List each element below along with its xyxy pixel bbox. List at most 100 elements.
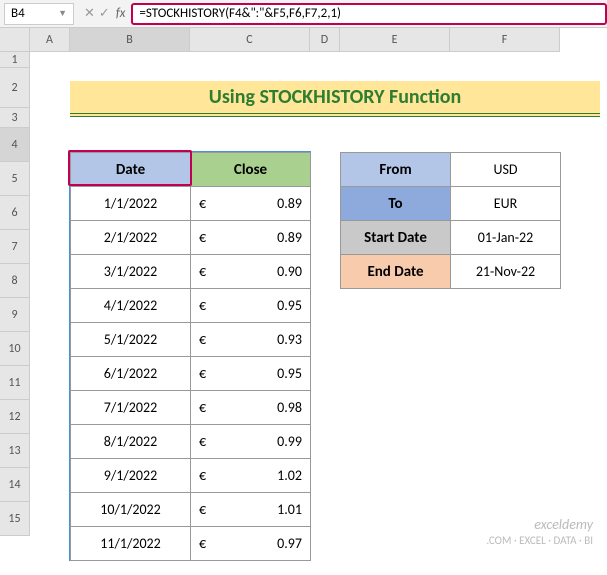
close-cell[interactable]: €0.89 [191, 187, 311, 221]
from-value[interactable]: USD [451, 153, 561, 187]
content-area: Using STOCKHISTORY Function Date Close 1… [30, 52, 607, 575]
row-header-4[interactable]: 4 [0, 128, 30, 162]
table-row[interactable]: 10/1/2022€1.01 [71, 493, 311, 527]
currency-symbol: € [199, 399, 206, 416]
row-header-3[interactable]: 3 [0, 108, 30, 128]
page-title: Using STOCKHISTORY Function [70, 81, 600, 117]
param-row-end: End Date21-Nov-22 [341, 255, 561, 289]
row-header-8[interactable]: 8 [0, 264, 30, 298]
table-row[interactable]: 3/1/2022€0.90 [71, 255, 311, 289]
header-date[interactable]: Date [71, 153, 191, 187]
currency-symbol: € [199, 229, 206, 246]
close-value: 0.95 [277, 297, 302, 314]
currency-symbol: € [199, 535, 206, 552]
close-value: 0.98 [277, 399, 302, 416]
table-row[interactable]: 8/1/2022€0.99 [71, 425, 311, 459]
col-header-C[interactable]: C [190, 28, 310, 52]
close-cell[interactable]: €0.95 [191, 357, 311, 391]
table-row[interactable]: 1/1/2022€0.89 [71, 187, 311, 221]
watermark: exceldemy .COM · EXCEL · DATA · BI [486, 517, 593, 547]
currency-symbol: € [199, 433, 206, 450]
col-header-A[interactable]: A [30, 28, 70, 52]
watermark-tagline: .COM · EXCEL · DATA · BI [486, 534, 593, 547]
watermark-brand: exceldemy [486, 517, 593, 534]
table-row[interactable]: 7/1/2022€0.98 [71, 391, 311, 425]
row-header-14[interactable]: 14 [0, 468, 30, 502]
end-value[interactable]: 21-Nov-22 [451, 255, 561, 289]
table-row[interactable]: 9/1/2022€1.02 [71, 459, 311, 493]
row-header-10[interactable]: 10 [0, 332, 30, 366]
row-header-12[interactable]: 12 [0, 400, 30, 434]
col-header-B[interactable]: B [70, 28, 190, 52]
currency-symbol: € [199, 195, 206, 212]
close-cell[interactable]: €0.90 [191, 255, 311, 289]
date-cell[interactable]: 1/1/2022 [71, 187, 191, 221]
name-box[interactable]: B4 ▼ [4, 3, 74, 25]
col-header-D[interactable]: D [310, 28, 340, 52]
close-value: 1.01 [277, 501, 302, 518]
col-header-E[interactable]: E [340, 28, 450, 52]
close-cell[interactable]: €0.99 [191, 425, 311, 459]
chevron-down-icon[interactable]: ▼ [58, 8, 67, 19]
close-cell[interactable]: €0.98 [191, 391, 311, 425]
close-value: 0.89 [277, 195, 302, 212]
row-header-9[interactable]: 9 [0, 298, 30, 332]
select-all-corner[interactable] [0, 28, 30, 52]
formula-input[interactable]: =STOCKHISTORY(F4&":"&F5,F6,F7,2,1) [131, 3, 607, 25]
currency-symbol: € [199, 297, 206, 314]
to-label: To [341, 187, 451, 221]
row-header-5[interactable]: 5 [0, 162, 30, 196]
date-cell[interactable]: 3/1/2022 [71, 255, 191, 289]
table-row[interactable]: 11/1/2022€0.97 [71, 527, 311, 561]
close-value: 0.97 [277, 535, 302, 552]
row-headers: 1 2 3 4 5 6 7 8 9 10 11 12 13 14 15 [0, 52, 30, 536]
row-header-7[interactable]: 7 [0, 230, 30, 264]
table-row[interactable]: 2/1/2022€0.89 [71, 221, 311, 255]
date-cell[interactable]: 8/1/2022 [71, 425, 191, 459]
row-header-1[interactable]: 1 [0, 52, 30, 68]
close-value: 1.02 [277, 467, 302, 484]
header-close[interactable]: Close [191, 153, 311, 187]
currency-symbol: € [199, 365, 206, 382]
cancel-icon[interactable]: ✕ [84, 6, 95, 21]
date-cell[interactable]: 9/1/2022 [71, 459, 191, 493]
date-cell[interactable]: 11/1/2022 [71, 527, 191, 561]
close-value: 0.99 [277, 433, 302, 450]
param-row-from: FromUSD [341, 153, 561, 187]
close-cell[interactable]: €1.02 [191, 459, 311, 493]
date-cell[interactable]: 2/1/2022 [71, 221, 191, 255]
close-cell[interactable]: €0.93 [191, 323, 311, 357]
close-cell[interactable]: €1.01 [191, 493, 311, 527]
row-header-15[interactable]: 15 [0, 502, 30, 536]
close-cell[interactable]: €0.97 [191, 527, 311, 561]
table-header-row: Date Close [71, 153, 311, 187]
table-row[interactable]: 4/1/2022€0.95 [71, 289, 311, 323]
col-header-F[interactable]: F [450, 28, 560, 52]
close-cell[interactable]: €0.95 [191, 289, 311, 323]
row-header-13[interactable]: 13 [0, 434, 30, 468]
to-value[interactable]: EUR [451, 187, 561, 221]
date-cell[interactable]: 7/1/2022 [71, 391, 191, 425]
formula-text: =STOCKHISTORY(F4&":"&F5,F6,F7,2,1) [139, 6, 341, 21]
param-row-start: Start Date01-Jan-22 [341, 221, 561, 255]
formula-buttons: ✕ ✓ [84, 6, 110, 21]
start-value[interactable]: 01-Jan-22 [451, 221, 561, 255]
table-row[interactable]: 6/1/2022€0.95 [71, 357, 311, 391]
end-label: End Date [341, 255, 451, 289]
fx-icon[interactable]: fx [116, 6, 126, 21]
row-header-2[interactable]: 2 [0, 68, 30, 108]
parameters-table: FromUSD ToEUR Start Date01-Jan-22 End Da… [340, 152, 561, 289]
date-cell[interactable]: 5/1/2022 [71, 323, 191, 357]
row-header-6[interactable]: 6 [0, 196, 30, 230]
table-row[interactable]: 5/1/2022€0.93 [71, 323, 311, 357]
name-box-value: B4 [11, 6, 25, 21]
date-cell[interactable]: 6/1/2022 [71, 357, 191, 391]
row-header-11[interactable]: 11 [0, 366, 30, 400]
date-cell[interactable]: 4/1/2022 [71, 289, 191, 323]
check-icon[interactable]: ✓ [99, 6, 110, 21]
currency-symbol: € [199, 501, 206, 518]
close-cell[interactable]: €0.89 [191, 221, 311, 255]
close-value: 0.93 [277, 331, 302, 348]
date-cell[interactable]: 10/1/2022 [71, 493, 191, 527]
param-row-to: ToEUR [341, 187, 561, 221]
